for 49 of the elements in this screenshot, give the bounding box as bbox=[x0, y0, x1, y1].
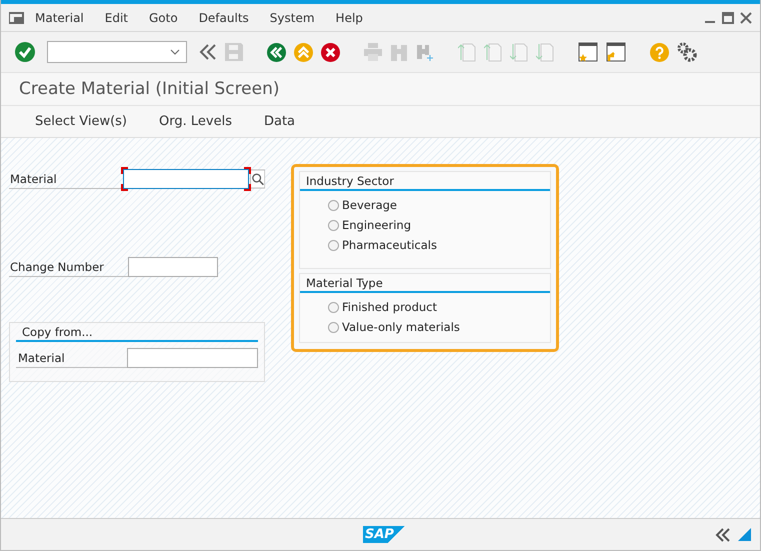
close-icon[interactable] bbox=[740, 12, 752, 24]
toolbar-button[interactable]: Data bbox=[252, 110, 308, 133]
group-title: Industry Sector bbox=[300, 172, 550, 191]
group-title: Material Type bbox=[300, 274, 550, 293]
command-field[interactable] bbox=[47, 41, 187, 63]
help-icon[interactable] bbox=[650, 42, 669, 62]
toolbar-button[interactable]: Org. Levels bbox=[147, 110, 244, 133]
menu-item[interactable]: Edit bbox=[104, 10, 128, 24]
radio-label: Engineering bbox=[342, 218, 411, 232]
radio-label: Pharmaceuticals bbox=[342, 238, 437, 252]
up-icon[interactable] bbox=[294, 42, 313, 62]
radio-label: Finished product bbox=[342, 300, 437, 314]
radio-button[interactable] bbox=[328, 322, 339, 332]
radio-label: Value-only materials bbox=[342, 320, 460, 334]
back-icon[interactable] bbox=[267, 42, 286, 62]
page-down-icon[interactable] bbox=[510, 42, 528, 62]
gears-icon[interactable] bbox=[677, 42, 697, 62]
dropdown-icon[interactable] bbox=[170, 49, 180, 55]
check-icon[interactable] bbox=[15, 42, 35, 62]
page-up-icon[interactable] bbox=[458, 42, 476, 62]
menu-icon[interactable] bbox=[9, 12, 25, 24]
save-icon[interactable] bbox=[225, 43, 243, 61]
input-field[interactable] bbox=[128, 257, 218, 277]
radio-button[interactable] bbox=[328, 302, 339, 312]
print-icon[interactable] bbox=[364, 43, 382, 61]
input-field[interactable] bbox=[122, 169, 249, 189]
screen-title: Create Material (Initial Screen) bbox=[19, 79, 280, 99]
radio-label: Beverage bbox=[342, 198, 397, 212]
toolbar-button[interactable]: Select View(s) bbox=[23, 110, 140, 133]
radio-button[interactable] bbox=[328, 240, 339, 250]
logo: SAP bbox=[363, 526, 406, 543]
field-label: Material bbox=[9, 169, 123, 189]
search-help-icon[interactable] bbox=[250, 169, 265, 189]
radio-button[interactable] bbox=[328, 200, 339, 210]
double-chevron-icon[interactable] bbox=[715, 528, 731, 542]
menu-item[interactable]: Help bbox=[336, 10, 363, 24]
menu-item[interactable]: Material bbox=[35, 10, 84, 24]
menu-item[interactable]: Goto bbox=[149, 10, 178, 24]
input-field[interactable] bbox=[127, 348, 258, 368]
resize-grip-icon[interactable] bbox=[738, 528, 751, 541]
menu-item[interactable]: System bbox=[270, 10, 315, 24]
cancel-icon[interactable] bbox=[321, 42, 340, 62]
page-down-icon[interactable] bbox=[536, 42, 554, 62]
double-chevron-icon[interactable] bbox=[199, 44, 217, 60]
maximize-icon[interactable] bbox=[722, 12, 734, 24]
group-title: Copy from... bbox=[16, 323, 258, 342]
page-up-icon[interactable] bbox=[484, 42, 502, 62]
radio-button[interactable] bbox=[328, 220, 339, 230]
menu-item[interactable]: Defaults bbox=[198, 10, 249, 24]
